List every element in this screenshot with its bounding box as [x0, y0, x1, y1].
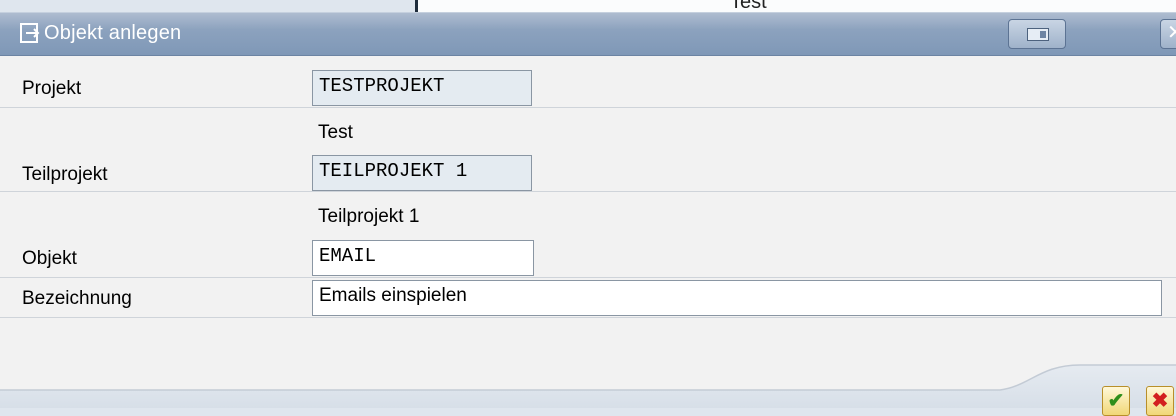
cancel-button[interactable]: ✖	[1146, 386, 1174, 416]
dialog-footer	[0, 364, 1176, 408]
projekt-row: Projekt TESTPROJEKT	[0, 68, 1176, 108]
bezeichnung-input[interactable]: Emails einspielen	[312, 280, 1162, 316]
teilprojekt-label: Teilprojekt	[22, 164, 108, 185]
layout-toggle-button[interactable]	[1008, 19, 1066, 49]
bezeichnung-label: Bezeichnung	[22, 288, 132, 309]
projekt-field[interactable]: TESTPROJEKT	[312, 70, 532, 106]
objekt-row: Objekt EMAIL	[0, 238, 1176, 278]
projekt-label: Projekt	[22, 78, 82, 99]
teilprojekt-field[interactable]: TEILPROJEKT 1	[312, 155, 532, 191]
cancel-x-icon: ✖	[1151, 390, 1169, 412]
objekt-label: Objekt	[22, 248, 77, 269]
dialog-body: Projekt TESTPROJEKT Test Teilprojekt TEI…	[0, 56, 1176, 364]
create-object-icon	[20, 23, 42, 45]
layout-toggle-icon	[1027, 28, 1049, 41]
dialog-title: Objekt anlegen	[44, 22, 182, 44]
projekt-description: Test	[318, 122, 353, 143]
teilprojekt-description: Teilprojekt 1	[318, 206, 420, 227]
checkmark-icon: ✔	[1107, 390, 1125, 412]
footer-curve	[0, 364, 1176, 391]
close-icon: ✕	[1167, 22, 1176, 44]
dialog-title-bar: Objekt anlegen ✕	[0, 12, 1176, 56]
close-button[interactable]: ✕	[1160, 19, 1176, 49]
objekt-input[interactable]: EMAIL	[312, 240, 534, 276]
confirm-button[interactable]: ✔	[1102, 386, 1130, 416]
bezeichnung-row: Bezeichnung Emails einspielen	[0, 278, 1176, 318]
teilprojekt-row: Teilprojekt TEILPROJEKT 1	[0, 152, 1176, 192]
